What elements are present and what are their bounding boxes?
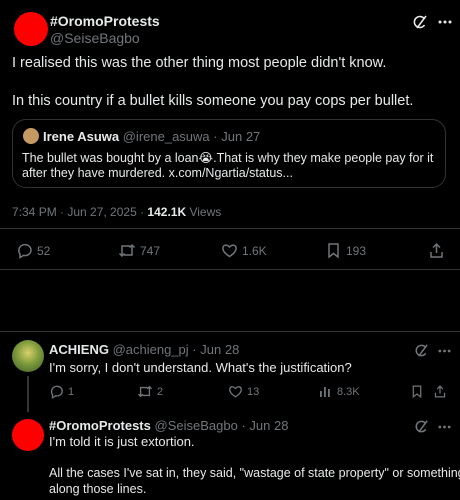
share-icon: [433, 384, 447, 399]
post-meta: 7:34 PM · Jun 27, 2025 · 142.1K Views: [12, 205, 221, 219]
post-body-line-1: I realised this was the other thing most…: [12, 55, 387, 71]
reply1-repost-count: 2: [157, 385, 164, 398]
repost-count: 747: [140, 243, 161, 258]
reply1-views-count: 8.3K: [337, 385, 360, 398]
reply1-date[interactable]: Jun 28: [200, 342, 239, 357]
reply1-author-handle[interactable]: @achieng_pj: [113, 342, 189, 357]
grok-icon[interactable]: [414, 419, 429, 434]
reply2-body-line-3: along those lines.: [49, 482, 147, 496]
reply2-author-avatar[interactable]: [12, 419, 44, 451]
reply1-separator: ·: [192, 342, 197, 357]
quote-author-avatar[interactable]: [23, 128, 39, 144]
divider-top: [0, 228, 460, 229]
reply-button[interactable]: 52: [16, 242, 50, 259]
repost-icon: [118, 242, 136, 259]
like-count: 1.6K: [242, 243, 267, 258]
quote-body-line-2: after they have murdered. x.com/Ngartia/…: [22, 166, 293, 180]
reply2-body-line-1: I'm told it is just extortion.: [49, 434, 195, 449]
more-icon[interactable]: [438, 20, 452, 24]
reply1-author-name[interactable]: ACHIENG: [49, 342, 109, 357]
reply-icon: [16, 242, 33, 259]
quote-author-handle[interactable]: @irene_asuwa: [123, 129, 210, 144]
quote-author-name[interactable]: Irene Asuwa: [43, 129, 119, 144]
post-timestamp[interactable]: 7:34 PM · Jun 27, 2025 ·: [12, 205, 147, 219]
reply2-date[interactable]: Jun 28: [249, 418, 288, 433]
reply1-header: ACHIENG @achieng_pj · Jun 28: [49, 342, 239, 357]
grok-icon[interactable]: [412, 14, 428, 30]
reply1-reply-button[interactable]: 1: [49, 384, 74, 399]
grok-icon[interactable]: [414, 343, 429, 358]
reply1-views-button[interactable]: 8.3K: [318, 384, 360, 399]
like-icon: [221, 242, 238, 259]
reply1-bookmark-button[interactable]: [410, 384, 428, 399]
reply2-body-line-2: All the cases I've sat in, they said, "w…: [49, 466, 460, 480]
reply1-repost-button[interactable]: 2: [137, 384, 163, 399]
reply1-like-button[interactable]: 13: [228, 384, 259, 399]
like-icon: [228, 384, 243, 399]
share-button[interactable]: [428, 242, 449, 259]
reply-icon: [49, 384, 64, 399]
quote-body-line-1: The bullet was bought by a loan😭.That is…: [22, 151, 434, 165]
divider-bottom: [0, 269, 460, 270]
quote-header: Irene Asuwa @irene_asuwa · Jun 27: [43, 129, 260, 144]
bookmark-count: 193: [346, 243, 367, 258]
divider-replies: [0, 331, 460, 332]
repost-icon: [137, 384, 153, 399]
views-icon: [318, 384, 333, 399]
bookmark-icon: [410, 384, 424, 399]
reply-author-avatar[interactable]: [12, 340, 44, 372]
author-handle[interactable]: @SeiseBagbo: [50, 30, 140, 46]
reply1-share-button[interactable]: [433, 384, 451, 399]
repost-button[interactable]: 747: [118, 242, 160, 259]
quote-date[interactable]: Jun 27: [221, 129, 260, 144]
views-count: 142.1K: [147, 205, 187, 219]
reply2-header: #OromoProtests @SeiseBagbo · Jun 28: [49, 418, 288, 433]
reply2-author-name[interactable]: #OromoProtests: [49, 418, 151, 433]
reply1-reply-count: 1: [68, 385, 75, 398]
views-label: Views: [186, 205, 222, 219]
reply2-author-handle[interactable]: @SeiseBagbo: [155, 418, 238, 433]
author-display-name[interactable]: #OromoProtests: [50, 13, 160, 29]
reply2-separator: ·: [241, 418, 246, 433]
quote-separator: ·: [213, 129, 218, 144]
author-avatar[interactable]: [14, 12, 48, 46]
more-icon[interactable]: [438, 349, 451, 353]
bookmark-button[interactable]: 193: [325, 242, 366, 259]
thread-line: [27, 376, 29, 412]
reply1-body: I'm sorry, I don't understand. What's th…: [49, 360, 352, 375]
reply-count: 52: [37, 243, 51, 258]
reply1-like-count: 13: [247, 385, 260, 398]
post-body-line-2: In this country if a bullet kills someon…: [12, 93, 414, 109]
like-button[interactable]: 1.6K: [221, 242, 267, 259]
more-icon[interactable]: [438, 425, 451, 429]
bookmark-icon: [325, 242, 342, 259]
share-icon: [428, 242, 445, 259]
